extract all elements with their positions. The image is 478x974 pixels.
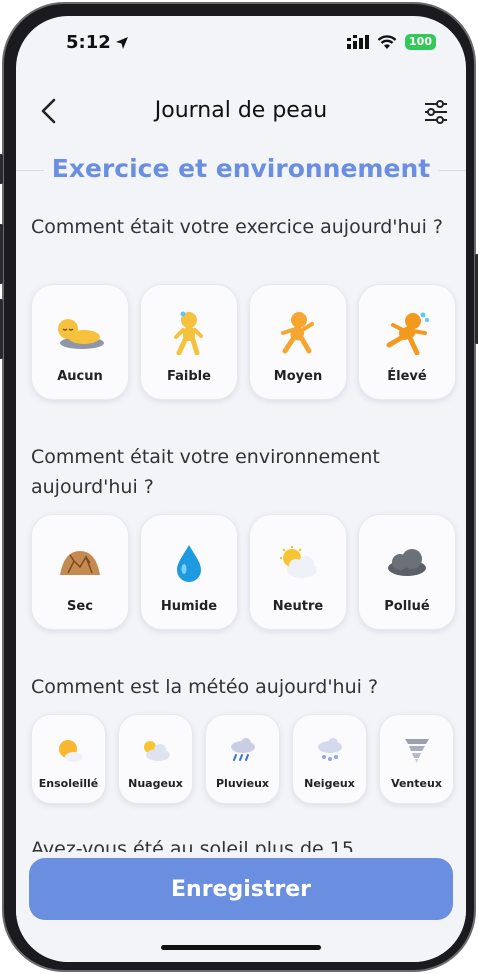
snow-cloud-icon bbox=[310, 735, 350, 765]
app-screen: 5:12 100 Journal de peau Exercice et env… bbox=[16, 16, 466, 962]
environment-options: Sec Humide Neutre Pollué bbox=[31, 514, 456, 630]
volume-up-button bbox=[0, 224, 3, 284]
walking-person-icon bbox=[161, 311, 217, 355]
mute-switch bbox=[0, 154, 3, 184]
location-arrow-icon bbox=[115, 36, 128, 49]
status-time: 5:12 bbox=[66, 32, 129, 53]
exercise-option-none[interactable]: Aucun bbox=[31, 284, 129, 400]
running-person-icon bbox=[379, 311, 435, 355]
wifi-icon bbox=[377, 34, 397, 49]
jogging-person-icon bbox=[270, 311, 326, 355]
section-title: Exercice et environnement bbox=[51, 154, 431, 183]
battery-indicator: 100 bbox=[405, 34, 436, 50]
lounging-person-icon bbox=[52, 311, 108, 355]
exercise-options: Aucun Faible Moyen Élevé bbox=[31, 284, 456, 400]
environment-option-humid[interactable]: Humide bbox=[140, 514, 238, 630]
page-title: Journal de peau bbox=[154, 98, 328, 123]
weather-option-windy[interactable]: Venteux bbox=[379, 714, 454, 804]
save-button[interactable]: Enregistrer bbox=[29, 858, 453, 920]
environment-option-polluted[interactable]: Pollué bbox=[358, 514, 456, 630]
exercise-question: Comment était votre exercice aujourd'hui… bbox=[31, 216, 443, 238]
water-drop-icon bbox=[161, 541, 217, 585]
nav-bar: Journal de peau bbox=[16, 92, 466, 132]
dark-cloud-icon bbox=[379, 541, 435, 585]
volume-down-button bbox=[0, 299, 3, 359]
environment-question: Comment était votre environnement aujour… bbox=[31, 446, 380, 498]
phone-frame: 5:12 100 Journal de peau Exercice et env… bbox=[0, 2, 478, 972]
weather-question: Comment est la météo aujourd'hui ? bbox=[31, 676, 379, 698]
cellular-signal-icon bbox=[347, 35, 370, 49]
weather-option-sunny[interactable]: Ensoleillé bbox=[31, 714, 106, 804]
sliders-icon[interactable] bbox=[422, 98, 450, 126]
status-indicators: 100 bbox=[347, 34, 436, 50]
weather-option-snowy[interactable]: Neigeux bbox=[292, 714, 367, 804]
status-bar: 5:12 100 bbox=[16, 16, 466, 70]
sun-with-cloud-icon bbox=[49, 735, 89, 765]
exercise-option-high[interactable]: Élevé bbox=[358, 284, 456, 400]
environment-option-neutral[interactable]: Neutre bbox=[249, 514, 347, 630]
cracked-earth-icon bbox=[52, 541, 108, 585]
cloud-icon bbox=[136, 735, 176, 765]
section-header: Exercice et environnement bbox=[16, 154, 466, 188]
tornado-icon bbox=[397, 735, 437, 765]
exercise-option-low[interactable]: Faible bbox=[140, 284, 238, 400]
save-bar: Enregistrer bbox=[16, 852, 466, 962]
rain-cloud-icon bbox=[223, 735, 263, 765]
weather-options: Ensoleillé Nuageux Pluvieux Neigeux Vent… bbox=[31, 714, 454, 804]
weather-option-cloudy[interactable]: Nuageux bbox=[118, 714, 193, 804]
sun-behind-cloud-icon bbox=[270, 541, 326, 585]
weather-option-rainy[interactable]: Pluvieux bbox=[205, 714, 280, 804]
environment-option-dry[interactable]: Sec bbox=[31, 514, 129, 630]
exercise-option-medium[interactable]: Moyen bbox=[249, 284, 347, 400]
home-indicator bbox=[161, 945, 321, 950]
